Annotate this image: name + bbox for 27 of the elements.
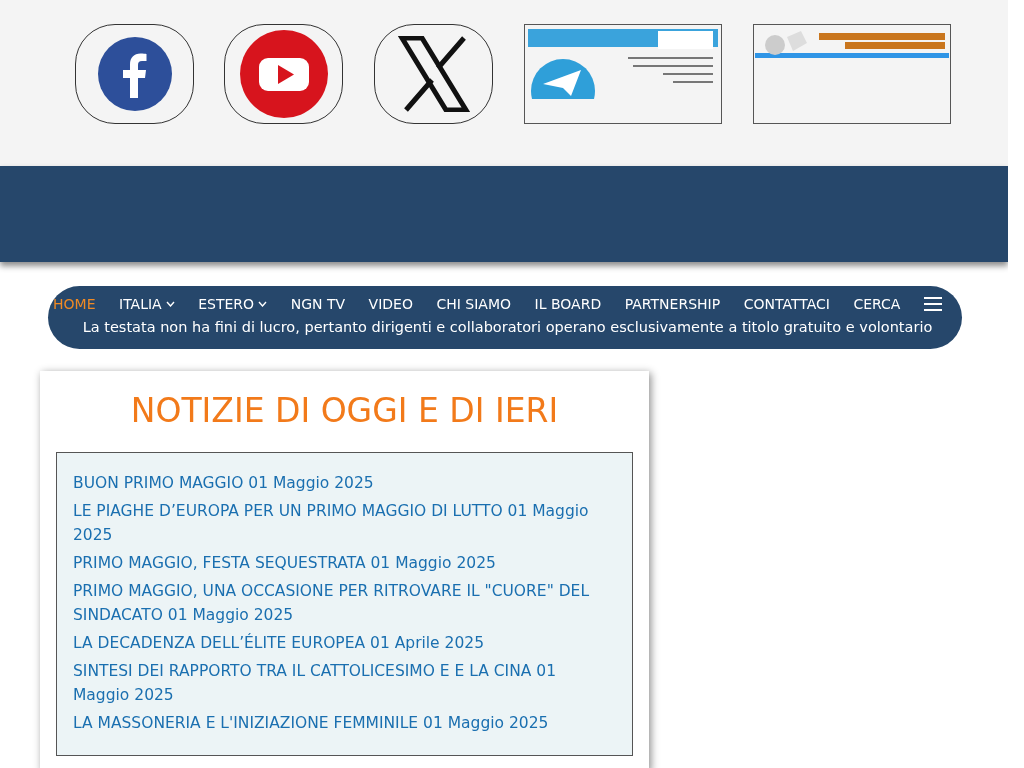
tagline-text: La testata non ha fini di lucro, pertanto dirigenti e collaboratori operano esclusivamente a titolo gratuito e volontario — [81, 318, 934, 337]
nav-link[interactable]: HOME — [53, 296, 96, 312]
nav-link[interactable]: IL BOARD — [534, 296, 602, 312]
nav-link[interactable]: PARTNERSHIP — [624, 296, 721, 312]
donation-banner[interactable] — [753, 24, 951, 124]
caret-icon — [165, 301, 175, 307]
menu-icon[interactable] — [923, 296, 942, 312]
nav-link[interactable]: ITALIA — [119, 296, 175, 312]
telegram-banner[interactable] — [524, 24, 722, 124]
youtube-logo-link[interactable] — [224, 24, 343, 124]
news-link[interactable]: PRIMO MAGGIO, FESTA SEQUESTRATA 01 Maggio 2025 — [73, 551, 616, 575]
nav-link[interactable]: VIDEO — [368, 296, 413, 312]
facebook-logo-link[interactable] — [75, 24, 194, 124]
caret-icon — [258, 301, 268, 307]
news-link[interactable]: LE PIAGHE D’EUROPA PER UN PRIMO MAGGIO DI LUTTO 01 Maggio 2025 — [73, 499, 616, 547]
news-link[interactable]: BUON PRIMO MAGGIO 01 Maggio 2025 — [73, 471, 616, 495]
nav-link[interactable]: ESTERO — [198, 296, 268, 312]
news-heading: NOTIZIE DI OGGI E DI IERI — [129, 391, 560, 430]
x-logo-link[interactable] — [374, 24, 493, 124]
nav-link[interactable]: CHI SIAMO — [436, 296, 512, 312]
news-link[interactable]: LA DECADENZA DELL’ÉLITE EUROPEA 01 Aprile 2025 — [73, 631, 616, 655]
news-link[interactable]: PRIMO MAGGIO, UNA OCCASIONE PER RITROVARE IL "CUORE" DEL SINDACATO 01 Maggio 2025 — [73, 579, 616, 627]
news-link[interactable]: LA MASSONERIA E L'INIZIAZIONE FEMMINILE 01 Maggio 2025 — [73, 711, 616, 735]
news-link[interactable]: SINTESI DEI RAPPORTO TRA IL CATTOLICESIMO E E LA CINA 01 Maggio 2025 — [73, 659, 616, 707]
nav-link[interactable]: CONTATTACI — [743, 296, 830, 312]
nav-link[interactable]: NGN TV — [290, 296, 346, 312]
nav-link[interactable]: CERCA — [853, 296, 901, 312]
